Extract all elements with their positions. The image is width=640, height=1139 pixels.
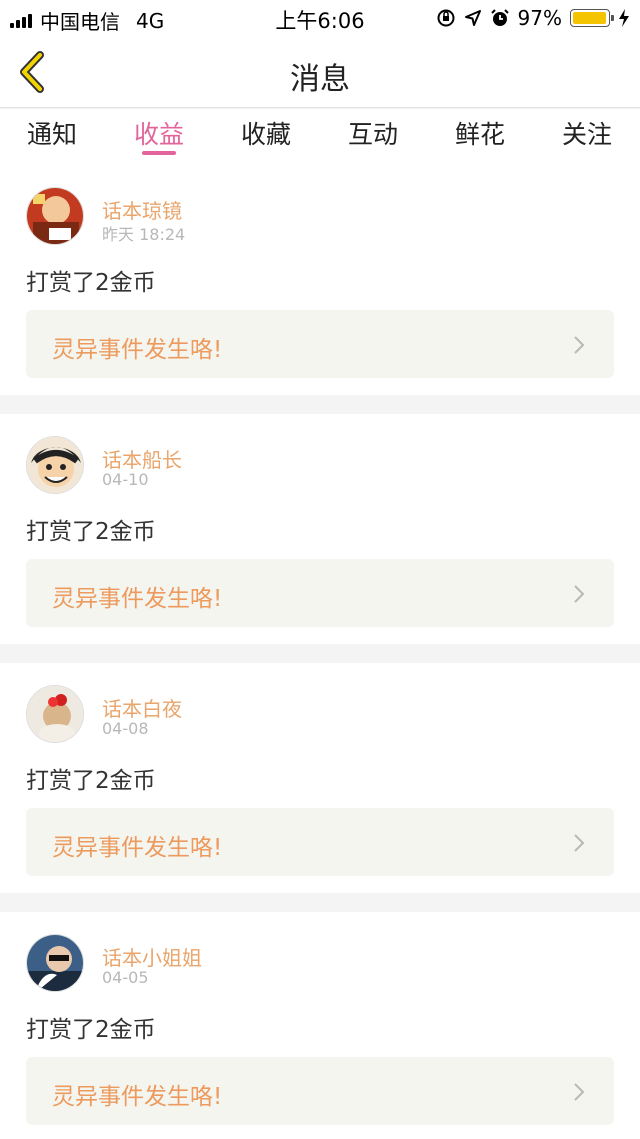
- message-text: 打赏了2金币: [26, 519, 156, 545]
- avatar[interactable]: [26, 187, 84, 245]
- avatar-image: [27, 686, 83, 742]
- avatar[interactable]: [26, 934, 84, 992]
- story-link[interactable]: 灵异事件发生咯!: [26, 559, 614, 627]
- message-text: 打赏了2金币: [26, 768, 156, 794]
- username[interactable]: 话本小姐姐: [102, 942, 202, 971]
- avatar-image: [27, 437, 83, 493]
- username[interactable]: 话本船长: [102, 444, 182, 473]
- tab-flowers[interactable]: 鲜花: [440, 115, 520, 151]
- avatar-image: [27, 935, 83, 991]
- page-title: 消息: [290, 62, 350, 97]
- story-title: 灵异事件发生咯!: [52, 337, 223, 363]
- tab-bar: 通知 收益 收藏 互动 鲜花 关注: [0, 109, 640, 165]
- tab-earnings[interactable]: 收益: [119, 115, 199, 151]
- message-text: 打赏了2金币: [26, 1017, 156, 1043]
- chevron-right-icon: [574, 336, 585, 354]
- message-date: 昨天 18:24: [102, 225, 186, 244]
- charging-icon: [619, 9, 629, 27]
- tab-interactions[interactable]: 互动: [333, 115, 413, 151]
- username[interactable]: 话本白夜: [102, 693, 182, 722]
- message-card: 话本小姐姐 04-05 打赏了2金币 灵异事件发生咯!: [0, 912, 640, 1139]
- battery-icon: [570, 9, 614, 27]
- location-icon: [464, 10, 481, 26]
- message-date: 04-08: [102, 719, 149, 738]
- message-date: 04-10: [102, 470, 149, 489]
- story-link[interactable]: 灵异事件发生咯!: [26, 1057, 614, 1125]
- active-tab-indicator: [142, 151, 176, 155]
- tab-notifications[interactable]: 通知: [12, 115, 92, 151]
- message-date: 04-05: [102, 968, 149, 987]
- message-card: 话本船长 04-10 打赏了2金币 灵异事件发生咯!: [0, 414, 640, 644]
- tab-following[interactable]: 关注: [547, 115, 627, 151]
- story-title: 灵异事件发生咯!: [52, 586, 223, 612]
- lock-rotation-icon: [437, 9, 455, 27]
- story-title: 灵异事件发生咯!: [52, 835, 223, 861]
- battery-percent: 97%: [517, 6, 562, 30]
- tab-favorites[interactable]: 收藏: [226, 115, 306, 151]
- avatar[interactable]: [26, 436, 84, 494]
- status-bar: 中国电信 4G 上午6:06 97%: [0, 0, 640, 36]
- username[interactable]: 话本琼镜: [102, 195, 182, 224]
- story-title: 灵异事件发生咯!: [52, 1084, 223, 1110]
- chevron-right-icon: [574, 1083, 585, 1101]
- nav-bar: 消息: [0, 36, 640, 108]
- alarm-icon: [490, 9, 509, 26]
- chevron-right-icon: [574, 585, 585, 603]
- story-link[interactable]: 灵异事件发生咯!: [26, 310, 614, 378]
- status-right: 97%: [436, 6, 630, 30]
- message-text: 打赏了2金币: [26, 270, 156, 296]
- message-card: 话本白夜 04-08 打赏了2金币 灵异事件发生咯!: [0, 663, 640, 893]
- chevron-right-icon: [574, 834, 585, 852]
- story-link[interactable]: 灵异事件发生咯!: [26, 808, 614, 876]
- avatar[interactable]: [26, 685, 84, 743]
- message-card: 话本琼镜 昨天 18:24 打赏了2金币 灵异事件发生咯!: [0, 165, 640, 395]
- avatar-image: [27, 188, 83, 244]
